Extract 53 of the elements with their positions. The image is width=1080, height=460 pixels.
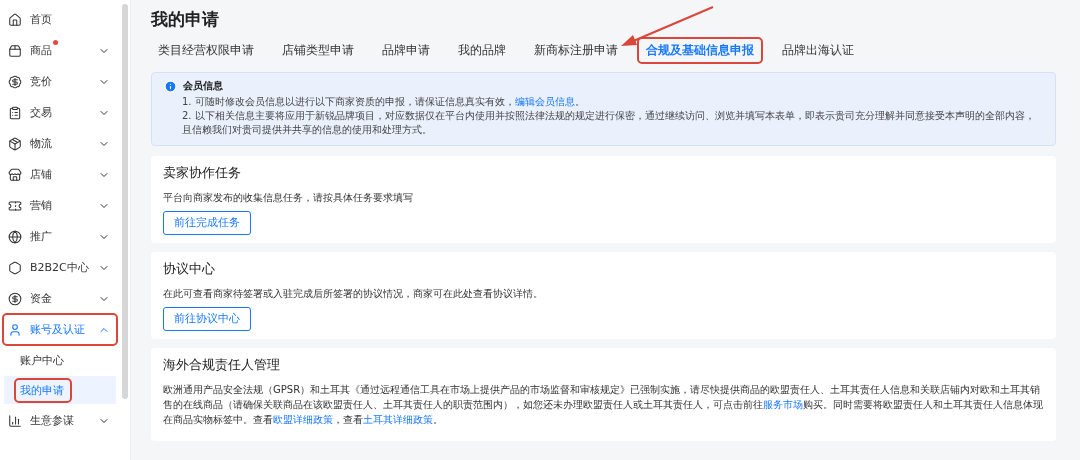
user-icon [8, 322, 22, 337]
home-icon [8, 12, 22, 27]
box-icon [8, 136, 22, 151]
sidebar-item[interactable]: 交易 [4, 98, 116, 127]
link[interactable]: 编辑会员信息 [514, 96, 575, 107]
globe-icon [8, 229, 22, 244]
sidebar-item[interactable]: 推广 [4, 222, 116, 251]
sidebar-subitem[interactable]: 我的申请 [4, 376, 116, 404]
sidebar-item[interactable]: 账号及认证 [4, 315, 116, 344]
sidebar-subitem[interactable]: 账户中心 [4, 346, 116, 374]
link[interactable]: 欧盟详细政策 [273, 414, 333, 425]
sidebar-item[interactable]: 竞价 [4, 67, 116, 96]
scrollbar[interactable] [122, 4, 128, 399]
paragraph: 2. 以下相关信息主要将应用于新锐品牌项目，对应数据仅在平台内使用并按照法律法规的规定进行保密，通过继续访问、浏览并填写本表单，即表示贵司充分理解并同意接受本声明的全部内容，且信赖我们对贵司提供并共享的信息的使用和处理方式。 [182, 109, 1036, 137]
tab[interactable]: 店铺类型申请 [275, 39, 361, 62]
sidebar-item[interactable]: 商品 [4, 36, 116, 65]
card-title: 协议中心 [163, 261, 216, 278]
sidebar-item[interactable]: 营销 [4, 191, 116, 220]
paragraph: 在此可查看商家待签署或入驻完成后所签署的协议情况，商家可在此处查看协议详情。 [163, 287, 544, 301]
sidebar-item[interactable]: 资金 [4, 284, 116, 313]
action-button[interactable]: 前往协议中心 [163, 307, 251, 331]
sidebar-item[interactable]: 物流 [4, 129, 116, 158]
tab[interactable]: 类目经营权限申请 [151, 39, 261, 62]
action-button[interactable]: 前往完成任务 [163, 211, 251, 235]
paragraph: 1. 可随时修改会员信息以进行以下商家资质的申报，请保证信息真实有效，编辑会员信息。 [182, 95, 586, 109]
bar-chart-icon [8, 413, 22, 428]
tab[interactable]: 我的品牌 [451, 39, 513, 62]
info-icon [164, 79, 177, 93]
clipboard-icon [8, 105, 22, 120]
link[interactable]: 服务市场 [763, 399, 803, 410]
tab[interactable]: 新商标注册申请 [527, 39, 625, 62]
paragraph: 平台向商家发布的收集信息任务，请按具体任务要求填写 [163, 191, 414, 205]
dollar-coin-icon [8, 291, 22, 306]
money-bag-icon [8, 74, 22, 89]
sidebar-item[interactable]: 店铺 [4, 160, 116, 189]
sidebar-item[interactable]: B2B2C中心 [4, 253, 116, 282]
page-title: 我的申请 [151, 8, 219, 31]
link[interactable]: 土耳其详细政策 [363, 414, 433, 425]
sidebar-item[interactable]: 生意参谋 [4, 406, 116, 435]
store-icon [8, 167, 22, 182]
sidebar-subitem-label: 账户中心 [19, 352, 65, 369]
paragraph: 欧洲通用产品安全法规（GPSR）和土耳其《通过远程通信工具在市场上提供产品的市场监督和审核规定》已强制实施，请尽快提供商品的欧盟责任人、土耳其责任人信息和关联店铺内对欧和土耳其销售的在线商品（请确保关联商品在该欧盟责任人、土耳其责任人的职责范围内），如您还未办理欧盟责任人或土耳其责任人，可点击前往服务市场购买。同时需要将欧盟责任人和土耳其责任人信息体现在商品实物标签中。查看欧盟详细政策，查看土耳其详细政策。 [163, 383, 1044, 427]
hexagon-icon [8, 260, 22, 275]
card-title: 卖家协作任务 [163, 165, 242, 182]
bag-icon [8, 43, 22, 58]
sidebar-item[interactable]: 首页 [4, 5, 116, 34]
tab[interactable]: 品牌出海认证 [775, 39, 861, 62]
sidebar-subitem-label: 我的申请 [16, 379, 70, 401]
ticket-icon [8, 198, 22, 213]
tab[interactable]: 品牌申请 [375, 39, 437, 62]
notice-title: 会员信息 [183, 79, 223, 93]
tab[interactable]: 合规及基础信息申报 [639, 39, 761, 62]
card-title: 海外合规责任人管理 [163, 357, 281, 374]
